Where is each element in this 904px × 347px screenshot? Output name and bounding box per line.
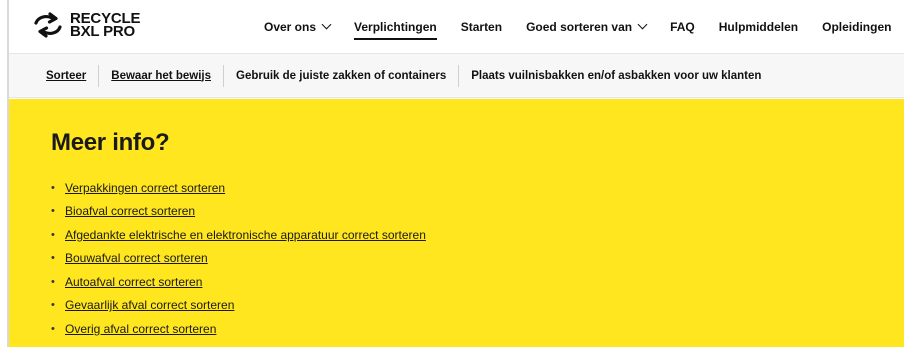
nav-label: FAQ: [670, 19, 695, 34]
list-item: • Bioafval correct sorteren: [51, 200, 426, 224]
subnav-item-bewaar-het-bewijs[interactable]: Bewaar het bewijs: [99, 64, 224, 87]
link-autoafval[interactable]: Autoafval correct sorteren: [65, 275, 202, 289]
meer-info-section: Meer info? • Verpakkingen correct sortere…: [9, 99, 904, 347]
logo[interactable]: RECYCLE BXL PRO: [32, 11, 140, 39]
recycle-arrows-icon: [34, 12, 62, 38]
bullet: •: [51, 205, 55, 218]
info-link-list: • Verpakkingen correct sorteren • Bioafval…: [51, 176, 426, 341]
subnav-item-vuilnisbakken[interactable]: Plaats vuilnisbakken en/of asbakken voor…: [459, 65, 773, 87]
list-item: • Autoafval correct sorteren: [51, 270, 426, 294]
nav-label: Over ons: [264, 19, 317, 34]
nav-item-opleidingen[interactable]: Opleidingen: [822, 0, 891, 53]
link-bioafval[interactable]: Bioafval correct sorteren: [65, 204, 195, 218]
list-item: • Gevaarlijk afval correct sorteren: [51, 294, 426, 318]
link-gevaarlijk-afval[interactable]: Gevaarlijk afval correct sorteren: [65, 298, 234, 312]
sub-navigation: Sorteer Bewaar het bewijs Gebruik de jui…: [9, 53, 904, 98]
bullet: •: [51, 252, 55, 265]
bullet: •: [51, 299, 55, 312]
nav-item-verplichtingen[interactable]: Verplichtingen: [354, 0, 437, 53]
link-verpakkingen[interactable]: Verpakkingen correct sorteren: [65, 181, 225, 195]
nav-label: Opleidingen: [822, 19, 892, 34]
chevron-down-icon: [321, 19, 332, 30]
nav-item-faq[interactable]: FAQ: [670, 0, 695, 53]
chevron-down-icon: [637, 19, 648, 30]
link-bouwafval[interactable]: Bouwafval correct sorteren: [65, 251, 208, 265]
bullet: •: [51, 228, 55, 241]
site-header: RECYCLE BXL PRO Over ons Verplichtingen …: [9, 0, 904, 53]
link-elektrische-apparatuur[interactable]: Afgedankte elektrische en elektronische …: [65, 228, 426, 242]
section-title: Meer info?: [51, 129, 170, 156]
bullet: •: [51, 181, 55, 194]
nav-item-goed-sorteren-van[interactable]: Goed sorteren van: [526, 0, 648, 53]
list-item: • Verpakkingen correct sorteren: [51, 176, 426, 200]
bullet: •: [51, 275, 55, 288]
page-frame: RECYCLE BXL PRO Over ons Verplichtingen …: [7, 0, 904, 347]
nav-label: Goed sorteren van: [526, 19, 633, 34]
nav-item-hulpmiddelen[interactable]: Hulpmiddelen: [719, 0, 798, 53]
nav-label: Verplichtingen: [354, 19, 437, 34]
list-item: • Afgedankte elektrische en elektronische…: [51, 223, 426, 247]
subnav-item-sorteer[interactable]: Sorteer: [46, 64, 100, 87]
logo-line-2: BXL PRO: [70, 23, 136, 40]
subnav-item-zakken-containers[interactable]: Gebruik de juiste zakken of containers: [224, 64, 460, 87]
bullet: •: [51, 322, 55, 335]
nav-item-starten[interactable]: Starten: [461, 0, 502, 53]
nav-item-over-ons[interactable]: Over ons: [264, 0, 332, 53]
logo-text: RECYCLE BXL PRO: [70, 11, 140, 40]
nav-label: Hulpmiddelen: [718, 19, 799, 34]
list-item: • Bouwafval correct sorteren: [51, 247, 426, 271]
link-overig-afval[interactable]: Overig afval correct sorteren: [65, 322, 216, 336]
nav-label: Starten: [460, 19, 503, 34]
main-nav: Over ons Verplichtingen Starten Goed sor…: [264, 0, 904, 53]
list-item: • Overig afval correct sorteren: [51, 317, 426, 341]
